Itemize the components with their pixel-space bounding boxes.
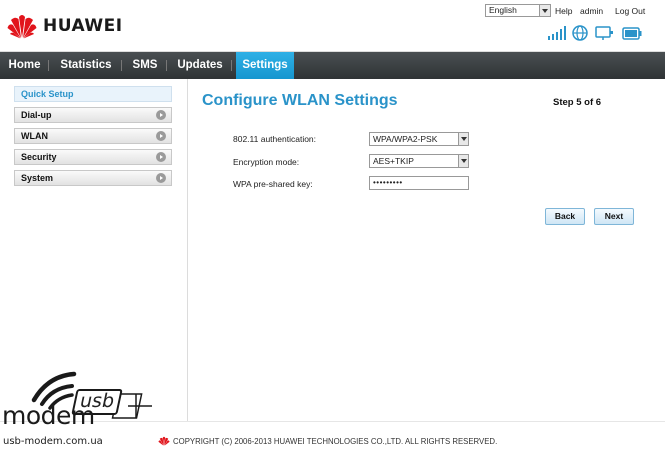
sidebar-item-label: WLAN bbox=[21, 131, 48, 141]
page-title: Configure WLAN Settings bbox=[202, 92, 398, 109]
sidebar-item-quick-setup[interactable]: Quick Setup bbox=[14, 86, 172, 102]
copyright: COPYRIGHT (C) 2006-2013 HUAWEI TECHNOLOG… bbox=[158, 436, 497, 446]
auth-select[interactable]: WPA/WPA2-PSK bbox=[369, 132, 469, 146]
sidebar-item-dial-up[interactable]: Dial-up bbox=[14, 107, 172, 123]
globe-icon bbox=[572, 25, 588, 43]
encryption-value: AES+TKIP bbox=[373, 156, 414, 166]
sidebar: Quick Setup Dial-up WLAN Security System bbox=[14, 86, 172, 191]
nav-separator bbox=[121, 60, 122, 71]
user-name: admin bbox=[580, 6, 604, 16]
monitor-icon bbox=[595, 26, 613, 43]
sidebar-item-label: System bbox=[21, 173, 54, 183]
nav-sms[interactable]: SMS bbox=[126, 52, 164, 79]
nav-separator bbox=[48, 60, 49, 71]
logout-link[interactable]: Log Out bbox=[615, 6, 645, 16]
chevron-right-icon bbox=[156, 152, 166, 162]
sidebar-item-label: Security bbox=[21, 152, 57, 162]
nav-updates[interactable]: Updates bbox=[171, 52, 229, 79]
nav-separator bbox=[231, 60, 232, 71]
help-link[interactable]: Help bbox=[555, 6, 572, 16]
nav-home[interactable]: Home bbox=[2, 52, 47, 79]
sidebar-item-label: Dial-up bbox=[21, 110, 52, 120]
main-nav: Home Statistics SMS Updates Settings bbox=[0, 52, 665, 79]
language-select[interactable]: English bbox=[485, 4, 551, 17]
psk-input[interactable]: ••••••••• bbox=[369, 176, 469, 190]
language-value: English bbox=[489, 5, 517, 15]
dropdown-arrow-icon bbox=[458, 133, 468, 145]
huawei-flower-icon bbox=[7, 15, 37, 39]
nav-settings[interactable]: Settings bbox=[236, 52, 294, 79]
watermark-url: usb-modem.com.ua bbox=[3, 436, 103, 447]
dropdown-arrow-icon bbox=[458, 155, 468, 167]
huawei-logo: HUAWEI bbox=[7, 13, 123, 39]
encryption-select[interactable]: AES+TKIP bbox=[369, 154, 469, 168]
step-indicator: Step 5 of 6 bbox=[553, 97, 602, 108]
battery-icon bbox=[622, 27, 642, 42]
encryption-label: Encryption mode: bbox=[233, 157, 300, 167]
copyright-text: COPYRIGHT (C) 2006-2013 HUAWEI TECHNOLOG… bbox=[173, 436, 498, 446]
sidebar-item-label: Quick Setup bbox=[21, 89, 74, 99]
auth-label: 802.11 authentication: bbox=[233, 134, 317, 144]
header: HUAWEI English Help admin Log Out bbox=[0, 0, 665, 52]
brand-name: HUAWEI bbox=[43, 16, 123, 36]
next-button[interactable]: Next bbox=[594, 208, 634, 225]
sidebar-item-security[interactable]: Security bbox=[14, 149, 172, 165]
watermark-modem: modem bbox=[2, 401, 95, 430]
nav-separator bbox=[166, 60, 167, 71]
sidebar-item-wlan[interactable]: WLAN bbox=[14, 128, 172, 144]
dropdown-arrow-icon bbox=[539, 5, 550, 16]
auth-value: WPA/WPA2-PSK bbox=[373, 134, 438, 144]
signal-icon bbox=[548, 26, 566, 42]
chevron-right-icon bbox=[156, 131, 166, 141]
back-button[interactable]: Back bbox=[545, 208, 585, 225]
chevron-right-icon bbox=[156, 110, 166, 120]
content-divider bbox=[187, 79, 188, 421]
sidebar-item-system[interactable]: System bbox=[14, 170, 172, 186]
nav-statistics[interactable]: Statistics bbox=[53, 52, 119, 79]
psk-label: WPA pre-shared key: bbox=[233, 179, 313, 189]
chevron-right-icon bbox=[156, 173, 166, 183]
